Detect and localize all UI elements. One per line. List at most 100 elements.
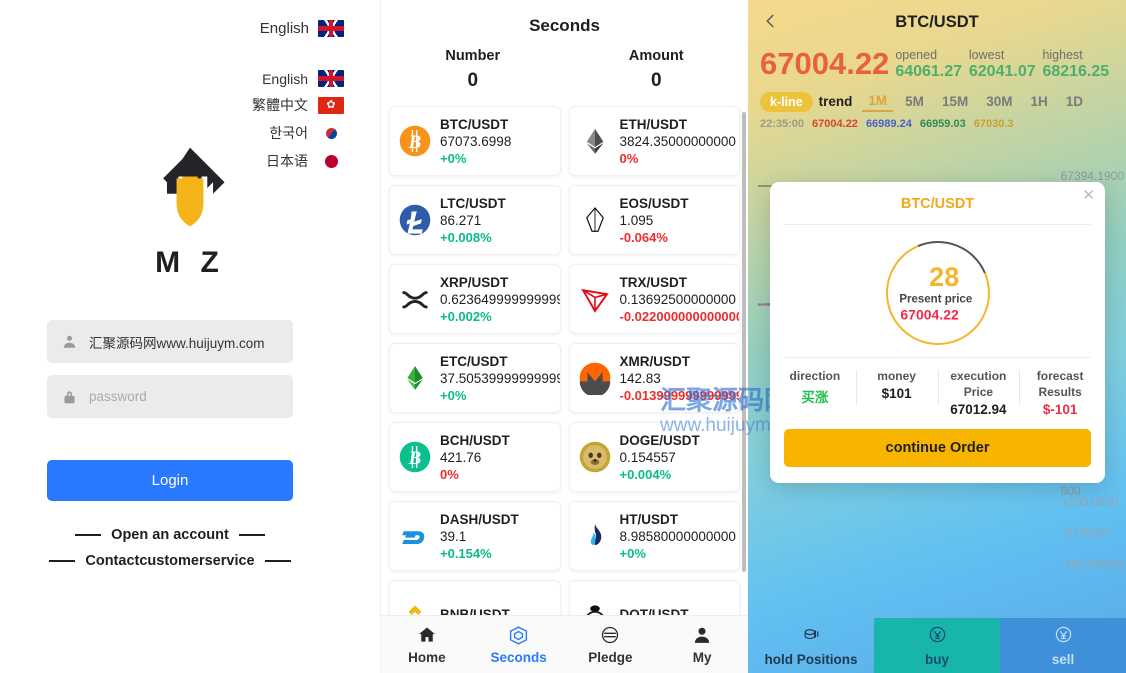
coin-meta: BNB/USDT bbox=[440, 607, 554, 616]
sell-button[interactable]: sell bbox=[1000, 618, 1126, 673]
coin-change: +0% bbox=[440, 387, 467, 403]
ohlc-lowest: lowest 62041.07 bbox=[969, 48, 1043, 81]
coin-card[interactable]: EOS/USDT 1.095 -0.064% bbox=[568, 185, 740, 255]
tab-seconds[interactable]: Seconds bbox=[473, 624, 565, 665]
buy-button[interactable]: buy bbox=[874, 618, 1000, 673]
coin-card[interactable]: ETH/USDT 3824.35000000000 0% bbox=[568, 106, 740, 176]
coin-card[interactable]: DOGE/USDT 0.154557 +0.004% bbox=[568, 422, 740, 492]
summary-stats: Number 0 Amount 0 bbox=[381, 48, 748, 106]
back-icon[interactable] bbox=[762, 12, 780, 30]
coin-card[interactable]: DOT/USDT bbox=[568, 580, 740, 616]
timeframe-1m[interactable]: 1M bbox=[862, 91, 894, 112]
contact-support-link[interactable]: Contactcustomerservice bbox=[47, 553, 293, 569]
positions-icon bbox=[802, 625, 821, 649]
coin-change: 0% bbox=[619, 150, 639, 166]
continue-order-button[interactable]: continue Order bbox=[784, 429, 1091, 468]
login-button[interactable]: Login bbox=[47, 460, 293, 501]
coin-pair: XRP/USDT bbox=[440, 274, 509, 290]
language-selector-label: English bbox=[259, 20, 309, 37]
coin-meta: DOT/USDT bbox=[620, 607, 734, 616]
etc-icon bbox=[398, 361, 432, 395]
coin-meta: BCH/USDT 421.76 0% bbox=[440, 433, 554, 482]
scrollbar[interactable] bbox=[742, 112, 746, 572]
coin-change: +0.002% bbox=[440, 308, 492, 324]
eth-icon bbox=[578, 124, 612, 158]
open-account-link[interactable]: Open an account bbox=[47, 527, 293, 543]
last-price: 67004.22 bbox=[760, 46, 890, 82]
order-money: money $101 bbox=[855, 366, 938, 419]
trade-pair-title: BTC/USDT bbox=[895, 12, 979, 31]
ohlc-label: highest bbox=[1042, 48, 1083, 62]
coin-pair: EOS/USDT bbox=[619, 195, 689, 211]
coin-change: +0.154% bbox=[440, 545, 492, 561]
present-price-label: Present price bbox=[898, 293, 972, 306]
divider-dash bbox=[75, 534, 102, 536]
uk-flag-icon bbox=[318, 70, 344, 87]
trade-panel: BTC/USDT 67004.22 opened 64061.27 lowest… bbox=[748, 0, 1126, 673]
order-direction: direction 买涨 bbox=[774, 366, 856, 419]
ht-icon bbox=[578, 519, 612, 553]
home-icon bbox=[381, 624, 473, 646]
language-option-traditional-chinese[interactable]: 繁體中文 ✿ bbox=[252, 95, 344, 115]
coin-price: 0.6236499999999999 bbox=[440, 291, 561, 307]
order-details: direction 买涨 money $101 execution Price … bbox=[770, 358, 1105, 425]
divider-dash bbox=[49, 560, 76, 562]
close-icon[interactable]: ✕ bbox=[1082, 188, 1095, 203]
coin-pair: TRX/USDT bbox=[619, 274, 688, 290]
timeframe-1d[interactable]: 1D bbox=[1060, 92, 1089, 111]
timeframe-1h[interactable]: 1H bbox=[1024, 92, 1053, 111]
hold-positions-button[interactable]: hold Positions bbox=[748, 618, 874, 673]
tab-home[interactable]: Home bbox=[381, 624, 473, 665]
macd-axis-tick: +100.0000 bbox=[1061, 495, 1119, 509]
hk-flag-icon: ✿ bbox=[318, 96, 344, 114]
tab-label: Pledge bbox=[588, 650, 633, 665]
tab-label: Home bbox=[408, 650, 446, 665]
coin-card[interactable]: TRX/USDT 0.13692500000000 -0.0220000000000… bbox=[568, 264, 740, 334]
logo-icon bbox=[142, 140, 238, 236]
coin-pair: BCH/USDT bbox=[440, 432, 510, 448]
coin-meta: DASH/USDT 39.1 +0.154% bbox=[440, 512, 554, 561]
username-value: 汇聚源码网www.huijuym.com bbox=[89, 335, 265, 351]
trend-toggle[interactable]: trend bbox=[819, 94, 853, 109]
seconds-icon bbox=[473, 624, 565, 646]
tab-pledge[interactable]: Pledge bbox=[565, 624, 657, 665]
password-field[interactable]: password bbox=[47, 375, 293, 418]
tab-my[interactable]: My bbox=[656, 624, 748, 665]
coin-list[interactable]: B BTC/USDT 67073.6998 +0% ETH/USDT 3824.35000… bbox=[381, 106, 748, 615]
stat-value: 0 bbox=[650, 70, 662, 91]
coin-card[interactable]: XMR/USDT 142.83 -0.013999999999999 bbox=[568, 343, 740, 413]
coin-pair: HT/USDT bbox=[619, 511, 679, 527]
language-selector[interactable]: English bbox=[260, 20, 344, 37]
language-option-english[interactable]: English bbox=[252, 70, 344, 87]
coin-pair: BTC/USDT bbox=[440, 116, 509, 132]
tick-ma1: 66989.24 bbox=[865, 118, 912, 130]
coin-card[interactable]: B BTC/USDT 67073.6998 +0% bbox=[389, 106, 561, 176]
coin-change: -0.064% bbox=[619, 229, 668, 245]
timeframe-5m[interactable]: 5M bbox=[899, 92, 930, 111]
coin-meta: TRX/USDT 0.13692500000000 -0.0220000000000… bbox=[619, 274, 740, 324]
stat-label: Amount bbox=[628, 48, 684, 64]
login-links: Open an account Contactcustomerservice bbox=[47, 527, 293, 569]
coin-price: 8.98580000000000 bbox=[619, 528, 736, 544]
coin-card[interactable]: DASH/USDT 39.1 +0.154% bbox=[389, 501, 561, 571]
eos-icon bbox=[578, 203, 612, 237]
coin-price: 142.83 bbox=[619, 370, 661, 386]
timeframe-30m[interactable]: 30M bbox=[980, 92, 1018, 111]
svg-text:B: B bbox=[408, 132, 421, 153]
doge-icon bbox=[578, 440, 612, 474]
detail-value: $101 bbox=[881, 386, 912, 402]
timeframe-15m[interactable]: 15M bbox=[936, 92, 974, 111]
kline-toggle[interactable]: k-line bbox=[760, 91, 813, 112]
username-field[interactable]: 汇聚源码网www.huijuym.com bbox=[47, 320, 293, 363]
coin-card[interactable]: XRP/USDT 0.6236499999999999 +0.002% bbox=[389, 264, 561, 334]
coin-change: +0% bbox=[619, 545, 646, 561]
coin-card[interactable]: BNB/USDT bbox=[389, 580, 561, 615]
coin-card[interactable]: HT/USDT 8.98580000000000 +0% bbox=[568, 501, 740, 571]
contact-support-label: Contactcustomerservice bbox=[85, 553, 255, 569]
dash-icon bbox=[398, 519, 432, 553]
coin-change: +0.004% bbox=[619, 466, 672, 482]
password-placeholder: password bbox=[89, 389, 147, 404]
coin-card[interactable]: LTC/USDT 86.271 +0.008% bbox=[389, 185, 561, 255]
coin-card[interactable]: B BCH/USDT 421.76 0% bbox=[389, 422, 561, 492]
coin-card[interactable]: ETC/USDT 37.50539999999999 +0% bbox=[389, 343, 561, 413]
